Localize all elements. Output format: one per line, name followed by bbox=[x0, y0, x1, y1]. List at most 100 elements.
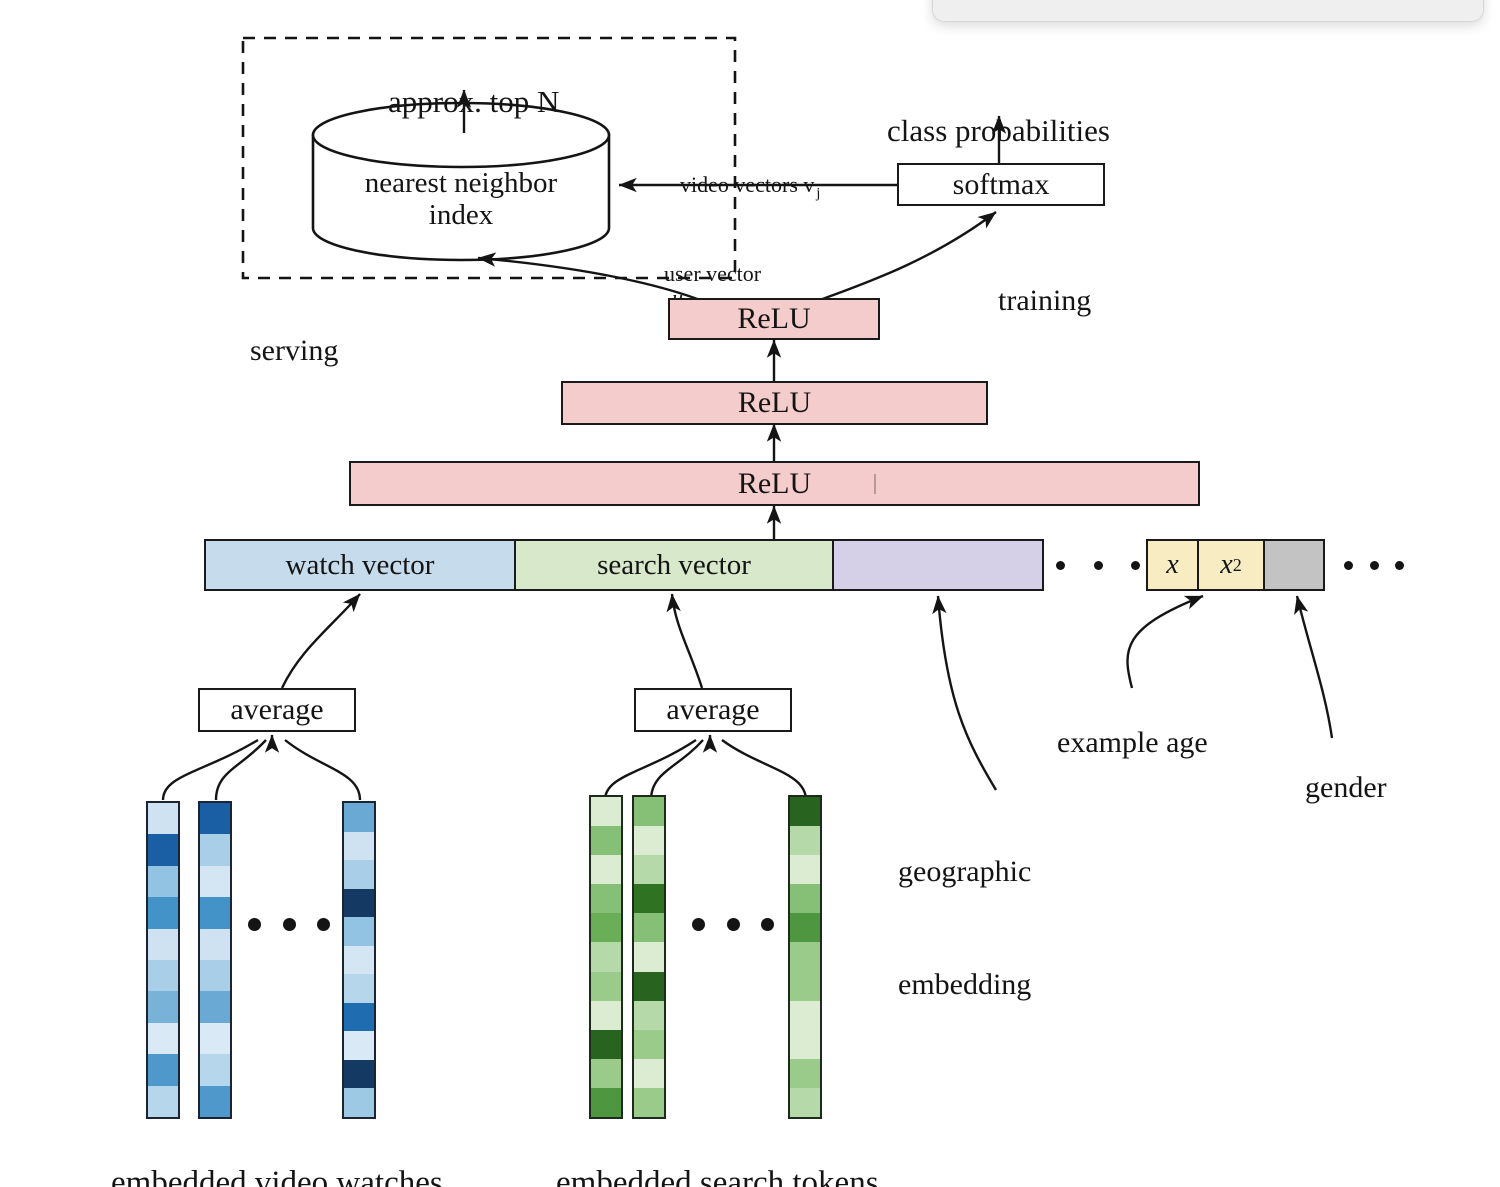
watch-embedding-col-3 bbox=[342, 801, 376, 1119]
search-columns-ellipsis bbox=[692, 918, 774, 931]
feature-segment-gender[interactable] bbox=[1263, 539, 1325, 591]
embedding-cell bbox=[634, 1058, 664, 1088]
embedding-cell bbox=[344, 831, 374, 861]
embedding-cell bbox=[344, 945, 374, 975]
embedding-cell bbox=[591, 913, 621, 943]
geographic-embedding-annotation: geographic embedding bbox=[898, 855, 1032, 1001]
gender-annotation: gender bbox=[1305, 770, 1387, 804]
embedding-cell bbox=[148, 1022, 178, 1055]
embedding-cell bbox=[790, 797, 820, 827]
embedding-cell bbox=[148, 865, 178, 898]
arrow-watch-col1-to-average bbox=[161, 738, 259, 801]
embedding-cell bbox=[200, 928, 230, 961]
feature-ellipsis-left bbox=[1056, 561, 1140, 570]
embedding-cell bbox=[344, 1059, 374, 1089]
arrow-avg-to-search-vector bbox=[666, 593, 704, 689]
embedding-cell bbox=[148, 897, 178, 929]
embedding-cell bbox=[148, 991, 178, 1023]
relu-layer-middle[interactable]: ReLU bbox=[561, 381, 988, 425]
embedding-cell bbox=[200, 991, 230, 1023]
embedding-cell bbox=[344, 1088, 374, 1117]
feature-segment-watch-vector[interactable]: watch vector bbox=[204, 539, 516, 591]
embedding-cell bbox=[790, 1000, 820, 1030]
arrow-search-col3-to-average bbox=[721, 739, 808, 801]
embedding-cell bbox=[344, 888, 374, 918]
embedding-cell bbox=[634, 797, 664, 827]
embedding-cell bbox=[200, 897, 230, 929]
embedding-cell bbox=[344, 1031, 374, 1060]
embedding-cell bbox=[634, 1000, 664, 1030]
embedding-cell bbox=[344, 974, 374, 1003]
serving-label: serving bbox=[250, 333, 339, 367]
embedding-cell bbox=[790, 884, 820, 914]
embedding-cell bbox=[591, 1058, 621, 1088]
embedding-cell bbox=[200, 803, 230, 835]
arrow-avg-to-watch-vector bbox=[280, 593, 361, 689]
embedding-cell bbox=[634, 971, 664, 1001]
embedding-cell bbox=[591, 826, 621, 856]
embedding-cell bbox=[200, 1054, 230, 1086]
embedding-cell bbox=[344, 803, 374, 832]
embedding-cell bbox=[148, 928, 178, 961]
feature-segment-search-vector[interactable]: search vector bbox=[514, 539, 834, 591]
embedding-cell bbox=[790, 1087, 820, 1117]
embedding-cell bbox=[591, 1029, 621, 1059]
figure-canvas: approx. top N nearest neighbor index ser… bbox=[0, 0, 1500, 1187]
embedding-cell bbox=[634, 855, 664, 885]
arrow-watch-col3-to-average bbox=[284, 739, 362, 801]
average-box-search[interactable]: average bbox=[634, 688, 792, 732]
softmax-box[interactable]: softmax bbox=[897, 163, 1105, 206]
embedding-cell bbox=[634, 942, 664, 972]
embedding-cell bbox=[200, 1085, 230, 1117]
embedding-cell bbox=[591, 1000, 621, 1030]
search-embedding-col-1 bbox=[589, 795, 623, 1119]
search-embedding-col-2 bbox=[632, 795, 666, 1119]
approx-top-n-label: approx. top N bbox=[388, 83, 560, 119]
embedding-cell bbox=[200, 1022, 230, 1055]
feature-segment-example-age-x[interactable]: x bbox=[1146, 539, 1199, 591]
embedding-cell bbox=[148, 834, 178, 866]
embedding-cell bbox=[790, 913, 820, 943]
feature-segment-example-age-x-squared[interactable]: x2 bbox=[1197, 539, 1265, 591]
embedding-cell bbox=[148, 1085, 178, 1117]
embedding-cell bbox=[148, 960, 178, 992]
embedding-cell bbox=[790, 971, 820, 1001]
example-age-annotation: example age bbox=[1057, 725, 1208, 759]
embedding-cell bbox=[790, 1058, 820, 1088]
feature-segment-geographic-embedding[interactable] bbox=[832, 539, 1044, 591]
overlay-tooltip-card[interactable] bbox=[932, 0, 1484, 22]
embedding-cell bbox=[200, 834, 230, 866]
embedding-cell bbox=[344, 860, 374, 889]
arrow-gender bbox=[1294, 595, 1334, 739]
arrow-search-col2-to-average bbox=[649, 739, 704, 801]
training-label: training bbox=[998, 283, 1092, 317]
video-vectors-label: video vectors v j bbox=[680, 171, 821, 202]
watch-columns-ellipsis bbox=[248, 918, 330, 931]
arrow-example-age bbox=[1126, 594, 1204, 689]
text-cursor-artifact bbox=[874, 474, 876, 494]
embedding-cell bbox=[591, 855, 621, 885]
relu-layer-top[interactable]: ReLU bbox=[668, 298, 880, 340]
search-embedding-col-3 bbox=[788, 795, 822, 1119]
embedding-cell bbox=[591, 971, 621, 1001]
arrow-geographic-embedding bbox=[932, 595, 998, 791]
caption-embedded-search-tokens: embedded search tokens bbox=[556, 1164, 879, 1187]
caption-embedded-video-watches: embedded video watches bbox=[111, 1164, 443, 1187]
embedding-cell bbox=[200, 865, 230, 898]
embedding-cell bbox=[148, 803, 178, 835]
embedding-cell bbox=[790, 1029, 820, 1059]
embedding-cell bbox=[634, 1029, 664, 1059]
embedding-cell bbox=[591, 1087, 621, 1117]
average-box-watch[interactable]: average bbox=[198, 688, 356, 732]
embedding-cell bbox=[591, 942, 621, 972]
embedding-cell bbox=[591, 797, 621, 827]
watch-embedding-col-1 bbox=[146, 801, 180, 1119]
embedding-cell bbox=[591, 884, 621, 914]
embedding-cell bbox=[344, 917, 374, 946]
arrow-search-col1-to-average bbox=[603, 739, 697, 801]
watch-embedding-col-2 bbox=[198, 801, 232, 1119]
embedding-cell bbox=[790, 826, 820, 856]
embedding-cell bbox=[200, 960, 230, 992]
relu-layer-bottom[interactable]: ReLU bbox=[349, 461, 1200, 506]
embedding-cell bbox=[790, 942, 820, 972]
